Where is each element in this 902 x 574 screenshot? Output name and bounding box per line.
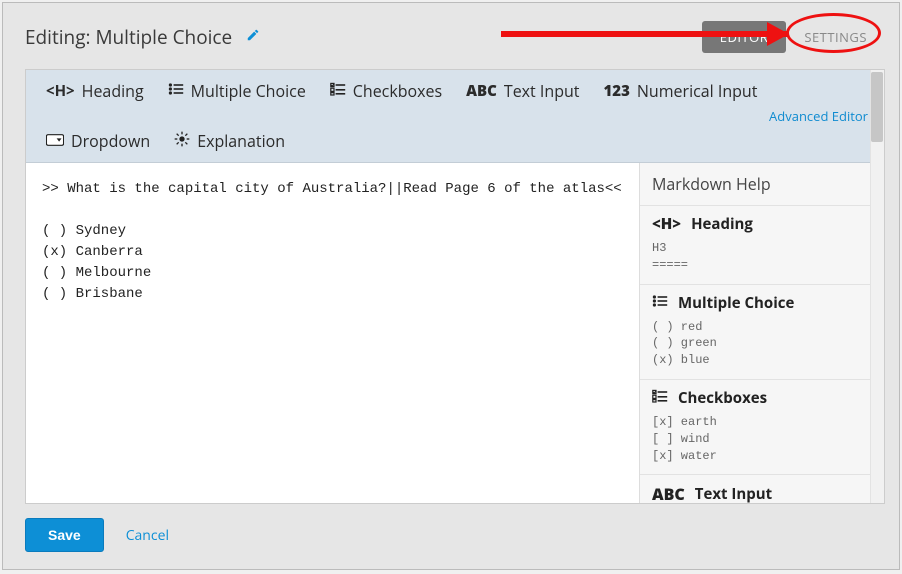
tab-bar: EDITOR SETTINGS (702, 21, 885, 53)
scrollbar-thumb[interactable] (871, 72, 883, 142)
tool-label: Numerical Input (637, 80, 758, 102)
tool-label: Checkboxes (353, 80, 442, 102)
tool-label: Heading (82, 80, 144, 102)
help-section-title: Checkboxes (678, 388, 767, 408)
header: Editing: Multiple Choice EDITOR SETTINGS (25, 21, 885, 53)
tool-text-input[interactable]: ABC Text Input (454, 75, 591, 107)
help-section-title: Text Input (695, 484, 772, 503)
tab-settings[interactable]: SETTINGS (786, 21, 885, 53)
list-icon (652, 293, 668, 313)
scrollbar-outer[interactable] (870, 70, 884, 503)
help-section-text-input: ABC Text Input (640, 474, 884, 503)
dropdown-icon (46, 131, 64, 151)
tool-label: Text Input (504, 80, 580, 102)
help-example: [x] earth [ ] wind [x] water (652, 414, 872, 464)
help-example: H3 ===== (652, 240, 872, 274)
page-title: Editing: Multiple Choice (25, 24, 232, 50)
cancel-link[interactable]: Cancel (126, 526, 169, 545)
help-section-multiple-choice: Multiple Choice ( ) red ( ) green (x) bl… (640, 284, 884, 379)
tool-checkboxes[interactable]: Checkboxes (318, 75, 454, 107)
tool-heading[interactable]: <H> Heading (34, 75, 156, 107)
heading-icon: <H> (652, 214, 681, 234)
tool-label: Explanation (197, 130, 285, 152)
advanced-editor-link[interactable]: Advanced Editor (769, 107, 876, 125)
pencil-icon[interactable] (246, 27, 260, 47)
toolbar: <H> Heading Multiple Choice Checkboxes A… (26, 70, 884, 163)
tool-explanation[interactable]: Explanation (162, 125, 297, 157)
checkboxes-icon (330, 81, 346, 101)
123-icon: 123 (604, 81, 630, 101)
tool-multiple-choice[interactable]: Multiple Choice (156, 75, 318, 107)
markdown-help-panel: Markdown Help <H> Heading H3 ===== Multi… (639, 163, 884, 503)
tool-label: Multiple Choice (191, 80, 306, 102)
help-panel-title: Markdown Help (652, 173, 771, 195)
save-button[interactable]: Save (25, 518, 104, 552)
abc-icon: ABC (466, 81, 497, 101)
help-example: ( ) red ( ) green (x) blue (652, 319, 872, 369)
editor-panel: <H> Heading Multiple Choice Checkboxes A… (25, 69, 885, 504)
tab-editor[interactable]: EDITOR (702, 21, 787, 53)
tool-numerical-input[interactable]: 123 Numerical Input (592, 75, 770, 107)
help-section-title: Heading (691, 214, 753, 234)
footer: Save Cancel (25, 504, 885, 552)
heading-icon: <H> (46, 81, 75, 101)
list-icon (168, 81, 184, 101)
tool-label: Dropdown (71, 130, 150, 152)
sun-icon (174, 131, 190, 152)
help-section-title: Multiple Choice (678, 293, 794, 313)
help-section-checkboxes: Checkboxes [x] earth [ ] wind [x] water (640, 379, 884, 474)
markdown-editor[interactable] (26, 163, 639, 503)
tool-dropdown[interactable]: Dropdown (34, 125, 162, 157)
help-section-heading: <H> Heading H3 ===== (640, 205, 884, 284)
abc-icon: ABC (652, 483, 685, 503)
checkboxes-icon (652, 388, 668, 408)
